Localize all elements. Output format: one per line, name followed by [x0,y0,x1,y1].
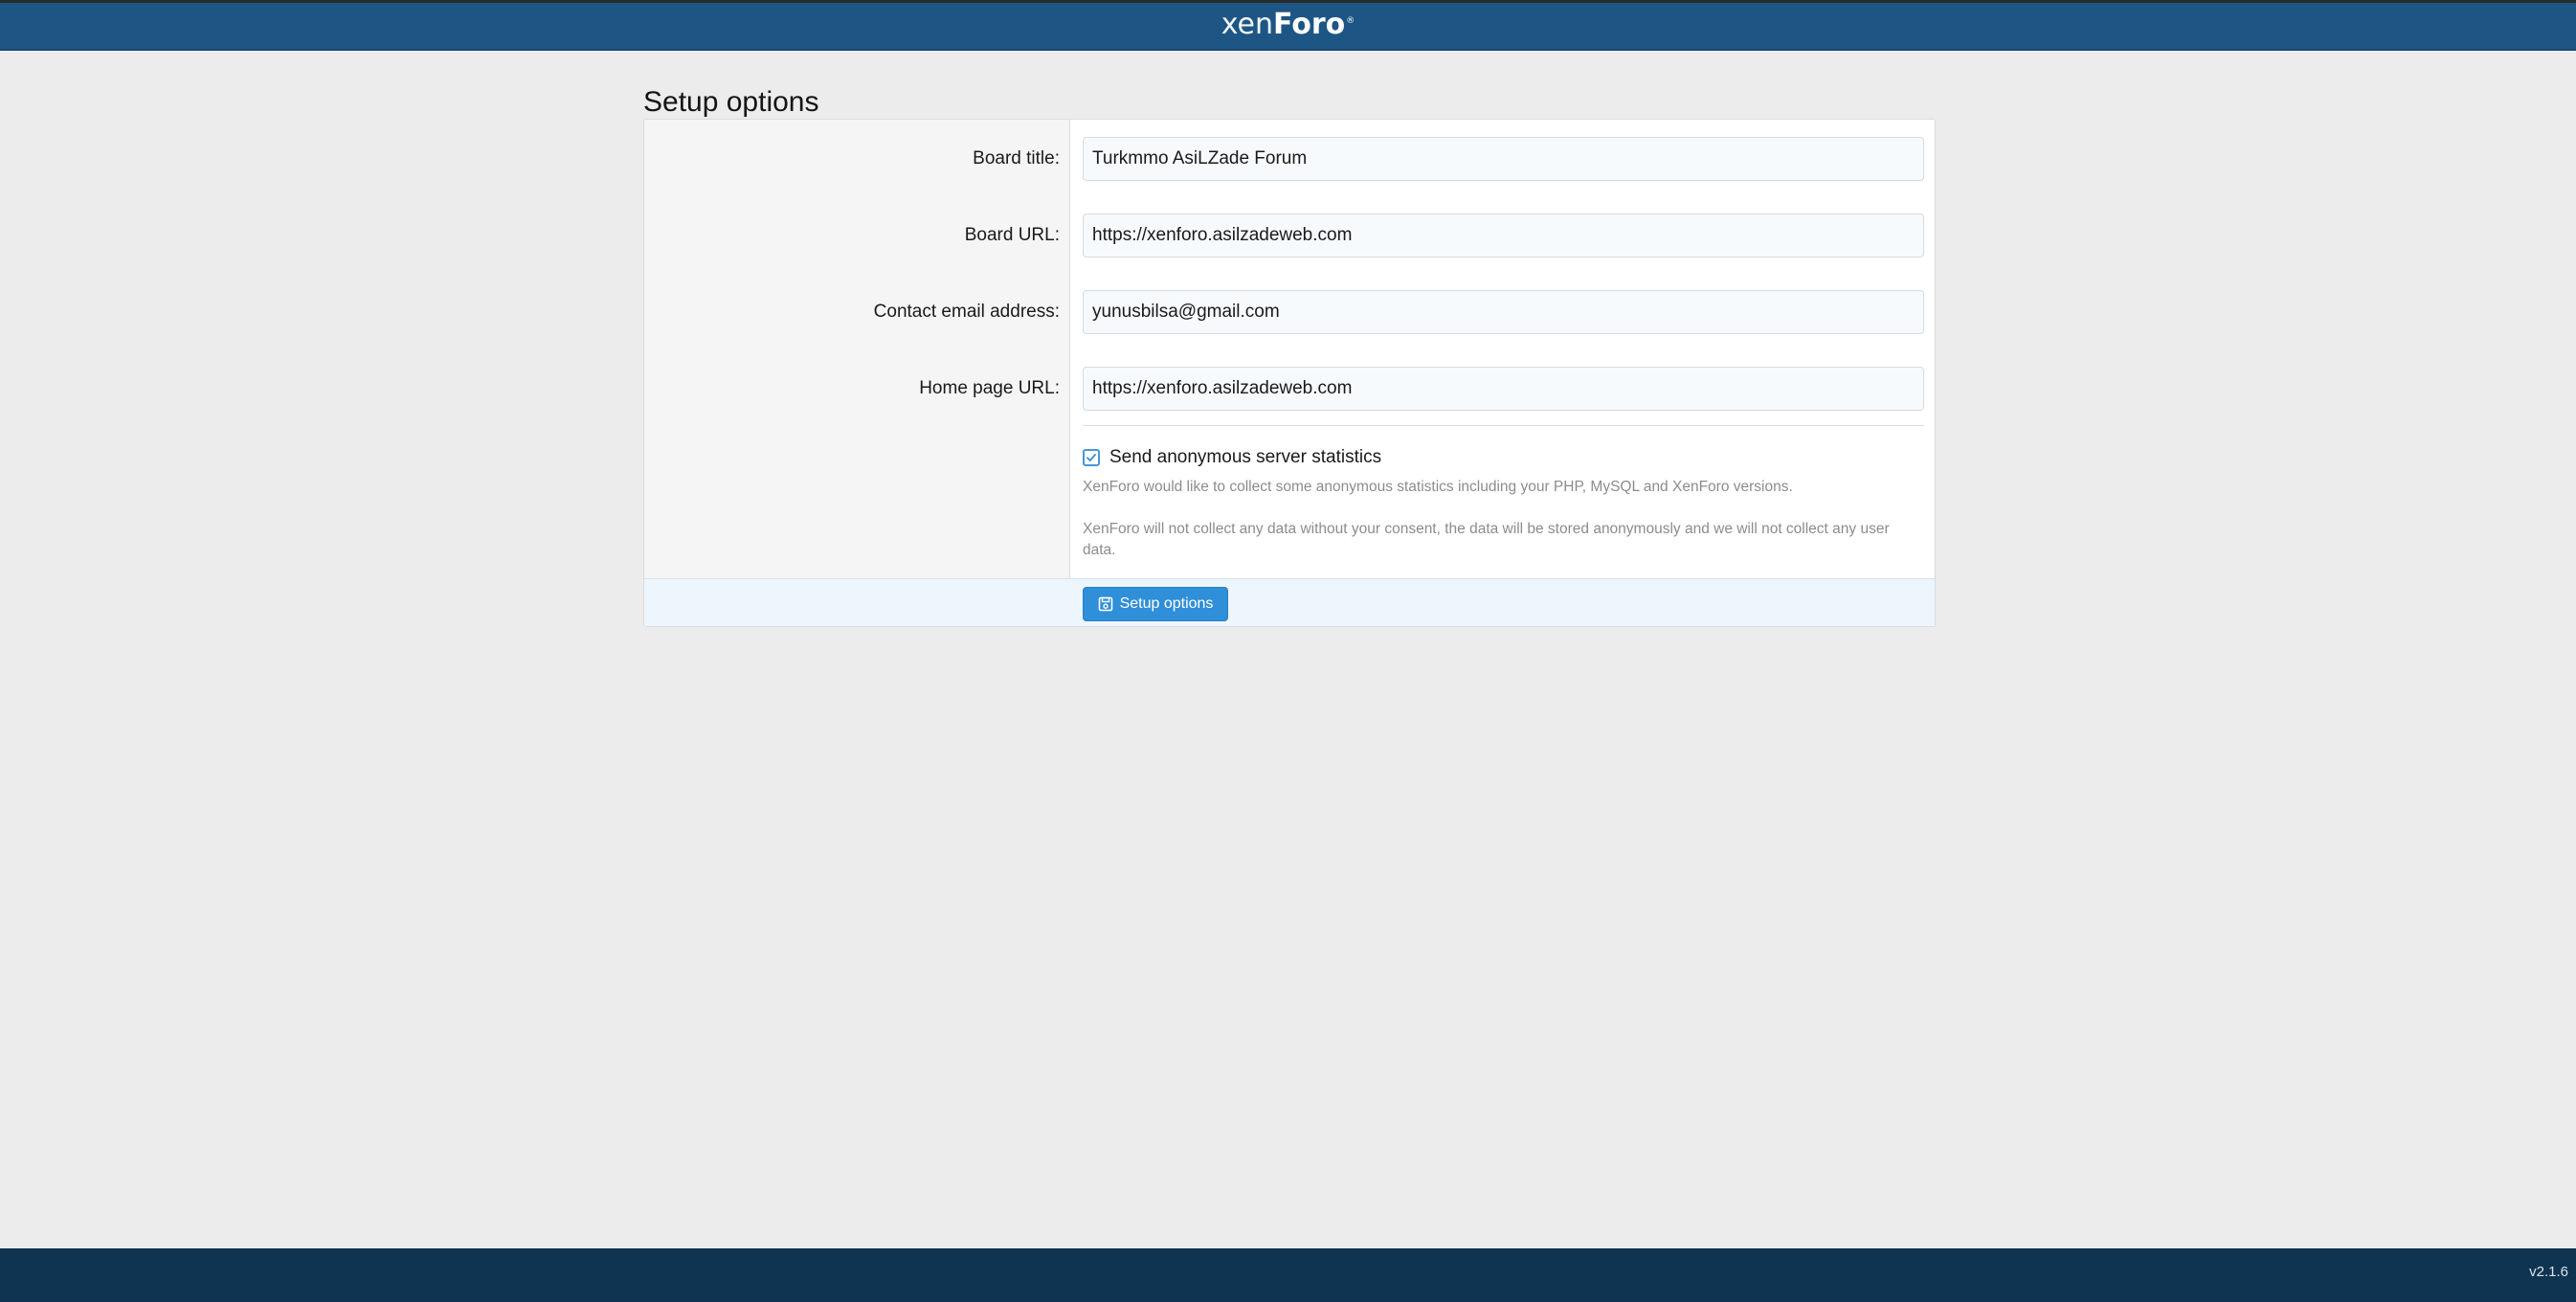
board-url-label: Board URL: [964,225,1060,245]
board-url-input[interactable] [1083,213,1924,258]
form-separator [1083,425,1924,426]
statistics-explain-2: XenForo will not collect any data withou… [1083,521,1890,558]
version-label: v2.1.6 [2529,1264,2568,1280]
setup-options-form: Board title: Board URL: Contact email ad… [643,119,1936,627]
statistics-checkbox-label[interactable]: Send anonymous server statistics [1109,447,1381,468]
contact-email-label: Contact email address: [873,302,1060,322]
form-row-board-url: Board URL: [644,213,1937,258]
logo-text-foro: Foro [1273,7,1346,41]
board-title-input[interactable] [1083,137,1924,181]
statistics-checkbox[interactable] [1083,449,1100,466]
contact-email-input[interactable] [1083,290,1924,334]
site-footer: v2.1.6 [0,1248,2576,1302]
page-title: Setup options [643,86,819,119]
logo-registered-mark: ® [1346,15,1355,26]
checkmark-icon [1086,454,1096,461]
form-row-home-page-url: Home page URL: [644,367,1937,411]
home-page-url-input[interactable] [1083,367,1924,411]
form-row-board-title: Board title: [644,137,1937,181]
board-title-label: Board title: [973,148,1060,168]
form-label-column [644,120,1070,578]
xenforo-logo[interactable]: xenForo® [1221,8,1355,41]
home-page-url-label: Home page URL: [919,378,1060,398]
site-header: xenForo® [0,3,2576,51]
form-submit-row: Setup options [644,578,1935,626]
statistics-checkbox-row[interactable]: Send anonymous server statistics [1083,445,1381,470]
setup-options-button[interactable]: Setup options [1083,587,1228,621]
save-icon [1098,596,1113,612]
statistics-explain-1: XenForo would like to collect some anony… [1083,479,1793,495]
setup-options-button-label: Setup options [1119,595,1214,612]
form-row-contact-email: Contact email address: [644,290,1937,334]
logo-text-xen: xen [1221,7,1273,41]
